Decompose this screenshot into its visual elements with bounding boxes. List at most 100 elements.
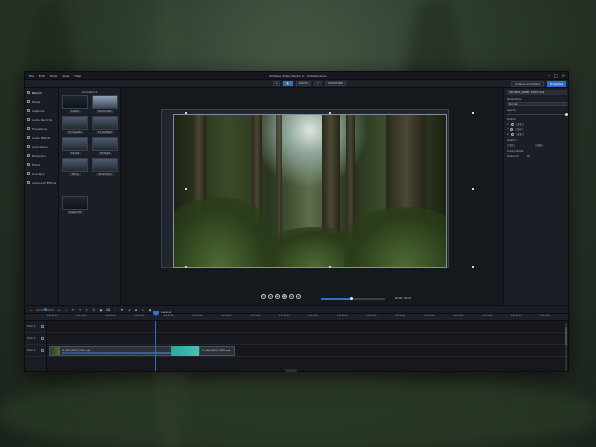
keyframe-icon[interactable] bbox=[510, 132, 514, 136]
delete-icon[interactable]: ⌫ bbox=[106, 308, 110, 312]
track-header-1[interactable]: Track 1 bbox=[25, 345, 46, 357]
resize-handle[interactable] bbox=[185, 112, 187, 114]
menu-tools[interactable]: Tools bbox=[50, 74, 57, 78]
library-item[interactable]: Fly Vignette bbox=[62, 116, 88, 134]
ripple-icon[interactable]: ⇥ bbox=[127, 308, 131, 312]
timeline-zoom-slider[interactable] bbox=[36, 308, 54, 311]
track-lock-icon[interactable] bbox=[41, 325, 44, 328]
crop-tool-button[interactable]: ⌗ bbox=[314, 81, 322, 86]
library-item[interactable]: Spiral Down bbox=[92, 158, 118, 176]
library-item[interactable]: Tilt Left bbox=[62, 137, 88, 155]
sidebar-item-filters[interactable]: Filters bbox=[25, 160, 58, 169]
menu-file[interactable]: File bbox=[29, 74, 34, 78]
search-icon[interactable]: ⌕ bbox=[64, 308, 68, 312]
cut-icon[interactable]: ✂ bbox=[85, 308, 89, 312]
resize-handle[interactable] bbox=[472, 188, 474, 190]
properties-button[interactable]: Properties bbox=[546, 81, 566, 87]
maximize-icon[interactable]: □ bbox=[554, 73, 558, 78]
keyframe-icon[interactable] bbox=[510, 127, 514, 131]
undo-icon[interactable]: ↶ bbox=[71, 308, 75, 312]
track-lock-icon[interactable] bbox=[41, 349, 44, 352]
resize-handle[interactable] bbox=[329, 266, 331, 268]
menu-edit[interactable]: Edit bbox=[39, 74, 45, 78]
zoom-knob[interactable] bbox=[44, 308, 47, 311]
track-lane-1[interactable]: 01_NEW_AGENT_STATS.mp4 01_NEW_AGENT_STAT… bbox=[47, 345, 568, 357]
sidebar-item-media[interactable]: Media bbox=[25, 97, 58, 106]
library-item[interactable]: Tilt Right bbox=[92, 137, 118, 155]
fill-option[interactable]: Fill bbox=[527, 155, 530, 158]
zoom-select[interactable]: 100.0% bbox=[295, 81, 312, 86]
sidebar-item-behaviors[interactable]: Behaviors bbox=[25, 151, 58, 160]
sidebar-item-audio-records[interactable]: Audio Records bbox=[25, 115, 58, 124]
resize-handle[interactable] bbox=[185, 266, 187, 268]
media-name-field[interactable]: Box Lab bbox=[507, 102, 567, 106]
stop-icon[interactable]: ■ bbox=[282, 294, 287, 299]
marker-icon[interactable]: ⚑ bbox=[120, 308, 124, 312]
menu-view[interactable]: View bbox=[62, 74, 69, 78]
paste-icon[interactable]: ▣ bbox=[99, 308, 103, 312]
media-icon bbox=[27, 100, 30, 103]
minimize-icon[interactable]: – bbox=[548, 73, 550, 78]
resize-handle[interactable] bbox=[472, 112, 474, 114]
resolution-select[interactable]: 1920x1080 bbox=[324, 81, 346, 86]
step-back-icon[interactable]: ◂ bbox=[268, 294, 273, 299]
sidebar-item-animations[interactable]: Animations bbox=[25, 142, 58, 151]
track-lock-icon[interactable] bbox=[41, 337, 44, 340]
step-forward-icon[interactable]: ▸ bbox=[289, 294, 294, 299]
split-icon[interactable]: ⫶ bbox=[113, 308, 117, 312]
resize-handle[interactable] bbox=[185, 188, 187, 190]
scrollbar-thumb[interactable] bbox=[565, 327, 567, 345]
keyframe-icon[interactable] bbox=[510, 122, 514, 126]
position-z-field[interactable]: 0.0 bbox=[515, 132, 524, 137]
position-y-field[interactable]: 0.0 bbox=[515, 127, 524, 132]
zoom-in-icon[interactable]: ＋ bbox=[57, 308, 61, 312]
scale-to-fit-option[interactable]: Scale to fit bbox=[507, 155, 519, 158]
zoom-out-icon[interactable]: − bbox=[29, 308, 33, 312]
library-item[interactable]: Custom bbox=[62, 95, 88, 113]
playback-scrubber[interactable] bbox=[321, 297, 385, 300]
rotation-field[interactable]: 0.0 bbox=[507, 143, 515, 148]
sidebar-item-overlays[interactable]: Overlays bbox=[25, 169, 58, 178]
track-lane-2[interactable] bbox=[47, 333, 568, 345]
timeline-ruler[interactable]: 0:00:00:00 0:00:10:00 0:00:20:00 0:00:30… bbox=[25, 314, 568, 321]
hand-tool-button[interactable]: ✋ bbox=[283, 81, 293, 86]
sidebar-item-record[interactable]: Record bbox=[25, 88, 58, 97]
position-x-field[interactable]: 0.0 bbox=[515, 122, 524, 127]
menu-help[interactable]: Help bbox=[74, 74, 81, 78]
opacity-slider[interactable] bbox=[507, 113, 568, 116]
track-header-2[interactable]: Track 2 bbox=[25, 333, 46, 345]
voice-icon[interactable]: ◉ bbox=[148, 308, 152, 312]
video-clip[interactable]: 01_NEW_AGENT_STATS.mp4 bbox=[49, 346, 177, 356]
sidebar-item-transitions[interactable]: Transitions bbox=[25, 124, 58, 133]
redo-icon[interactable]: ↷ bbox=[78, 308, 82, 312]
track-header-3[interactable]: Track 3 bbox=[25, 321, 46, 333]
play-icon[interactable]: ▶ bbox=[275, 294, 280, 299]
copy-icon[interactable]: ⎘ bbox=[92, 308, 96, 312]
transition-block[interactable] bbox=[171, 346, 199, 356]
scale-field[interactable]: 100 bbox=[535, 143, 543, 148]
skip-back-icon[interactable]: ⏮ bbox=[261, 294, 266, 299]
sidebar-item-audio-effects[interactable]: Audio Effects bbox=[25, 133, 58, 142]
timeline-scrollbar[interactable] bbox=[565, 323, 567, 371]
resize-handle[interactable] bbox=[329, 112, 331, 114]
window-resize-grip[interactable] bbox=[285, 369, 297, 372]
skip-forward-icon[interactable]: ⏭ bbox=[296, 294, 301, 299]
sidebar-item-advanced-effects[interactable]: Advanced Effects bbox=[25, 178, 58, 187]
produce-share-button[interactable]: Produce and Share bbox=[511, 81, 544, 87]
close-icon[interactable]: × bbox=[562, 73, 565, 78]
sidebar-item-captions[interactable]: Captions bbox=[25, 106, 58, 115]
slider-knob[interactable] bbox=[565, 113, 568, 116]
resize-handle[interactable] bbox=[472, 266, 474, 268]
snap-icon[interactable]: ⊞ bbox=[134, 308, 138, 312]
library-item[interactable]: Fly Spotlight bbox=[92, 116, 118, 134]
sidebar-item-label: Filters bbox=[32, 162, 41, 167]
video-clip[interactable]: 01_NEW_AGENT_STATS.mp4 bbox=[199, 346, 235, 356]
track-lane-3[interactable] bbox=[47, 321, 568, 333]
video-preview[interactable] bbox=[173, 114, 447, 268]
scrubber-knob[interactable] bbox=[350, 297, 353, 300]
library-item[interactable]: Zoom-n-Pan bbox=[92, 95, 118, 113]
pointer-tool-button[interactable]: ▸ bbox=[273, 81, 281, 86]
library-item[interactable]: Tilt Up bbox=[62, 158, 88, 176]
library-item[interactable]: Scale to Fit bbox=[62, 196, 88, 214]
audio-icon[interactable]: ♪ bbox=[141, 308, 145, 312]
